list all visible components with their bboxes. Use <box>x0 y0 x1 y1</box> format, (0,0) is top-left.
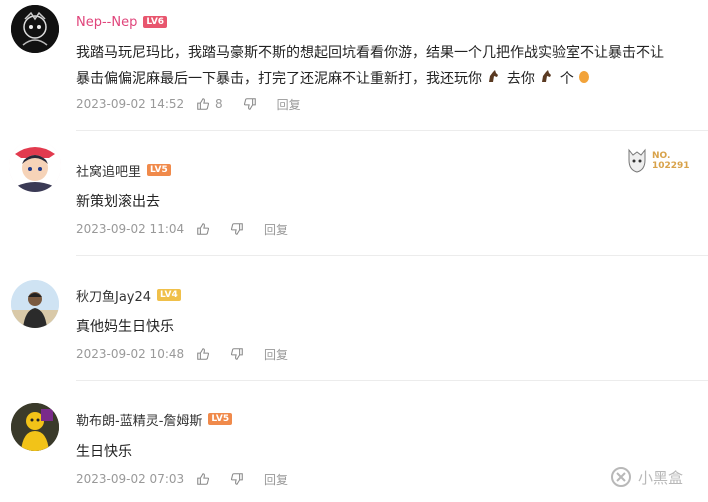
like-button[interactable] <box>196 472 210 486</box>
reply-button[interactable]: 回复 <box>264 346 288 363</box>
dislike-button[interactable] <box>230 222 244 236</box>
avatar[interactable] <box>9 140 61 192</box>
like-button[interactable] <box>196 347 210 361</box>
thumb-down-icon <box>230 348 243 360</box>
username[interactable]: Nep--Nep <box>76 15 137 30</box>
username[interactable]: 勒布朗-蓝精灵-詹姆斯 <box>76 410 202 429</box>
divider <box>76 130 708 131</box>
badge-mascot-icon <box>628 148 646 173</box>
username[interactable]: 秋刀鱼Jay24 <box>76 286 151 305</box>
level-badge: LV6 <box>143 16 168 28</box>
fan-badge: NO. 102291 <box>624 145 706 177</box>
name-row: 勒布朗-蓝精灵-詹姆斯 LV5 <box>76 410 233 429</box>
heybox-logo-icon <box>611 467 631 487</box>
comment-meta: 2023-09-02 11:04 回复 <box>76 219 308 239</box>
timestamp: 2023-09-02 11:04 <box>76 222 185 236</box>
reply-button[interactable]: 回复 <box>277 96 301 113</box>
divider <box>76 380 708 381</box>
timestamp: 2023-09-02 10:48 <box>76 347 185 361</box>
comment-text-line: 暴击偏偏泥麻最后一下暴击，打完了还泥麻不让重新打，我还玩你 去你 个 <box>76 66 698 92</box>
comment-text: 生日快乐 <box>76 444 132 460</box>
comment-text-line: 我踏马玩尼玛比，我踏马豪斯不斯的想起回坑看看你游，结果一个几把作战实验室不让暴击… <box>76 45 664 61</box>
thumb-up-icon <box>197 98 210 110</box>
badge-title: NO. <box>652 151 671 161</box>
dislike-button[interactable] <box>230 472 244 486</box>
thumb-down-icon <box>230 223 243 235</box>
text-fragment: 暴击偏偏泥麻最后一下暴击，打完了还泥麻不让重新打，我还玩你 <box>76 71 482 87</box>
comment-meta: 2023-09-02 10:48 回复 <box>76 344 308 364</box>
text-fragment: 个 <box>559 71 574 87</box>
comment-text: 我踏马玩尼玛比，我踏马豪斯不斯的想起回坑看看你游，结果一个几把作战实验室不让暴击… <box>76 40 698 92</box>
reply-button[interactable]: 回复 <box>264 471 288 488</box>
divider <box>76 255 708 256</box>
horse-emoji-icon <box>486 66 502 92</box>
comment-meta: 2023-09-02 14:52 8 回复 <box>76 94 321 114</box>
level-badge: LV4 <box>157 289 181 301</box>
comment-text: 真他妈生日快乐 <box>76 319 174 335</box>
like-button[interactable]: 8 <box>196 97 223 111</box>
dislike-button[interactable] <box>230 347 244 361</box>
thumb-up-icon <box>197 348 210 360</box>
thumb-down-icon <box>243 98 256 110</box>
name-row: 秋刀鱼Jay24 LV4 <box>76 286 181 305</box>
name-row: 社窝追吧里 LV5 <box>76 161 171 180</box>
like-button[interactable] <box>196 222 210 236</box>
dislike-button[interactable] <box>243 97 257 111</box>
username[interactable]: 社窝追吧里 <box>76 161 141 180</box>
name-row: Nep--Nep LV6 <box>76 13 168 31</box>
level-badge: LV5 <box>147 164 171 176</box>
thumb-up-icon <box>197 223 210 235</box>
watermark-text: 小黑盒 <box>638 468 684 487</box>
level-badge: LV5 <box>208 413 233 425</box>
like-count: 8 <box>215 97 223 111</box>
thumb-up-icon <box>197 473 210 485</box>
watermark: 小黑盒 <box>610 466 683 488</box>
text-fragment: 去你 <box>506 71 535 87</box>
reply-button[interactable]: 回复 <box>264 221 288 238</box>
comment-text: 新策划滚出去 <box>76 194 160 210</box>
avatar[interactable] <box>11 5 59 53</box>
avatar[interactable] <box>11 280 59 328</box>
comment-meta: 2023-09-02 07:03 回复 <box>76 469 308 489</box>
thumb-down-icon <box>230 473 243 485</box>
timestamp: 2023-09-02 14:52 <box>76 97 185 111</box>
horse-emoji-icon <box>539 66 555 92</box>
badge-number: 102291 <box>652 161 690 171</box>
avatar[interactable] <box>11 403 59 451</box>
egg-emoji-icon <box>578 66 592 92</box>
timestamp: 2023-09-02 07:03 <box>76 472 185 486</box>
